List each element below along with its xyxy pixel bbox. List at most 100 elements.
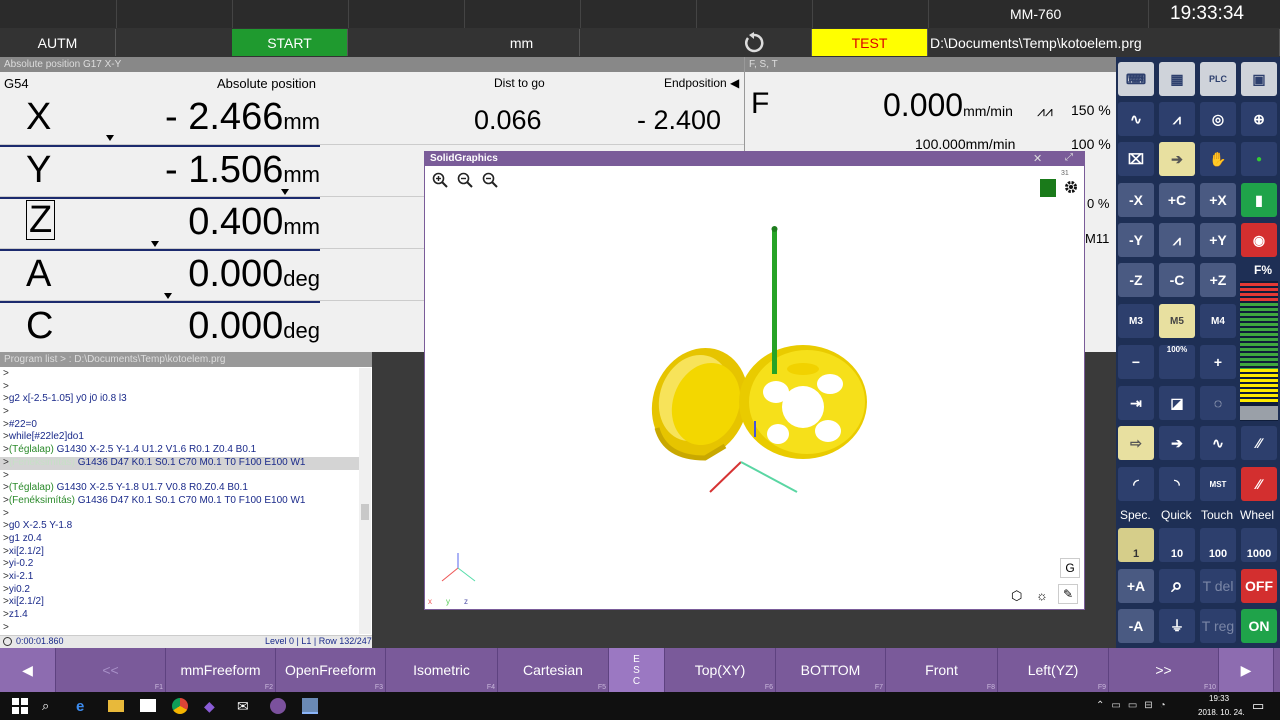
arrow-right-icon[interactable]: ➔ [1159,426,1195,460]
spindle-stop-button[interactable]: M5 [1159,304,1195,338]
program-line[interactable]: > [0,368,360,381]
wheel-icon[interactable]: ∕∕ [1241,467,1277,501]
cnc-app-icon[interactable] [302,698,318,714]
spindle-increase-icon[interactable]: + [1200,345,1236,379]
steering-icon[interactable]: ◎ [1200,102,1236,136]
grid-icon[interactable]: ▣ [1241,62,1277,96]
edge-icon[interactable]: e [76,698,92,715]
softkey-7[interactable]: Top(XY) F6 [665,648,776,692]
jog-minus-c[interactable]: -C [1159,263,1195,297]
softkey-8[interactable]: BOTTOM F7 [776,648,886,692]
jog-minus-x[interactable]: -X [1118,183,1154,217]
spindle-cw-button[interactable]: M3 [1118,304,1154,338]
waveform-icon[interactable]: ∿ [1118,102,1154,136]
program-scrollbar[interactable] [359,368,371,634]
search-icon[interactable]: ⌕ [1159,569,1195,603]
cycle-stop-icon[interactable]: ◉ [1241,223,1277,257]
softkey-6[interactable]: ESC [609,648,665,692]
jog-plus-a[interactable]: +A [1118,569,1154,603]
program-line[interactable]: > [0,622,360,635]
close-icon[interactable]: ✕ [1033,152,1042,165]
eraser-icon[interactable]: ✎ [1058,584,1078,604]
view-cube-icon[interactable]: ⬡ [1011,588,1022,604]
spindle-100-button[interactable]: 100% [1159,345,1195,379]
softkey-2[interactable]: mmFreeform F2 [166,648,276,692]
program-line[interactable]: > [0,508,360,521]
calculator-icon[interactable]: ▦ [1159,62,1195,96]
mail-icon[interactable]: ✉ [237,698,253,714]
hatch-icon[interactable]: ∕∕ [1241,426,1277,460]
keyboard-icon[interactable]: ⌨ [1118,62,1154,96]
spec-icon[interactable]: ◜ [1118,467,1154,501]
tray-icons[interactable]: ⌃▭▭⊟◔ [1096,700,1173,711]
step-forward-icon[interactable]: ➔ [1159,142,1195,176]
cycle-start-icon[interactable]: ▮ [1241,183,1277,217]
program-line[interactable]: >(Téglalap) G1430 X-2.5 Y-1.4 U1.2 V1.6 … [0,444,360,457]
block-skip-icon[interactable]: ◪ [1159,386,1195,420]
plc-icon[interactable]: PLC [1200,62,1236,96]
3d-viewport[interactable]: x y z [425,166,1084,610]
softkey-3[interactable]: OpenFreeform F3 [276,648,386,692]
softkey-5[interactable]: Cartesian F5 [498,648,609,692]
on-button[interactable]: ON [1241,609,1277,643]
softkey-12[interactable]: ▶ [1219,648,1274,692]
skip-icon[interactable]: ⇥ [1118,386,1154,420]
file-explorer-icon[interactable] [108,700,124,712]
tool-change-icon[interactable]: ⌧ [1118,142,1154,176]
jog-plus-y[interactable]: +Y [1200,223,1236,257]
spindle-decrease-icon[interactable]: − [1118,345,1154,379]
program-line[interactable]: >xi[2.1/2] [0,546,360,559]
hand-icon[interactable]: ✋ [1200,142,1236,176]
program-line[interactable]: >(Téglalap) G1430 X-2.5 Y-1.8 U1.7 V0.8 … [0,482,360,495]
light-icon[interactable]: ☼ [1036,588,1048,603]
program-line[interactable]: >(Fenéksimítás) G1436 D47 K0.1 S0.1 C70 … [0,495,360,508]
spindle-ccw-button[interactable]: M4 [1200,304,1236,338]
program-line[interactable]: >xi-2.1 [0,571,360,584]
quick-icon[interactable]: ◝ [1159,467,1195,501]
notification-icon[interactable]: ▭ [1252,698,1268,714]
off-button[interactable]: OFF [1241,569,1277,603]
program-line[interactable]: >(Fenéksimítás) G1436 D47 K0.1 S0.1 C70 … [0,456,360,470]
softkey-9[interactable]: Front F8 [886,648,998,692]
tool-register-button[interactable]: T reg [1200,609,1236,643]
step-10-button[interactable]: 10 [1159,528,1195,562]
start-button[interactable]: START [232,29,348,56]
tool-measure-icon[interactable]: ⏚ [1159,609,1195,643]
program-line[interactable]: >z1.4 [0,609,360,622]
search-icon[interactable]: ⌕ [42,698,58,714]
tool-delete-button[interactable]: T del [1200,569,1236,603]
test-button[interactable]: TEST [812,29,928,56]
mode-button[interactable]: AUTM [0,29,116,56]
program-line[interactable]: >yi0.2 [0,584,360,597]
program-line[interactable]: > [0,470,360,483]
chrome-icon[interactable] [172,698,188,714]
program-line[interactable]: > [0,381,360,394]
step-100-button[interactable]: 100 [1200,528,1236,562]
jog-plus-z[interactable]: +Z [1200,263,1236,297]
jog-plus-x[interactable]: +X [1200,183,1236,217]
softkey-4[interactable]: Isometric F4 [386,648,498,692]
windows-start-icon[interactable] [12,698,28,714]
g-button[interactable]: G [1060,558,1080,578]
jog-minus-y[interactable]: -Y [1118,223,1154,257]
program-line[interactable]: > [0,406,360,419]
viber-icon[interactable] [270,698,286,714]
crosshair-icon[interactable]: ⊕ [1241,102,1277,136]
visual-studio-icon[interactable]: ◆ [204,698,220,714]
program-line[interactable]: >xi[2.1/2] [0,596,360,609]
touch-icon[interactable]: MST [1200,467,1236,501]
jog-rapid-icon[interactable]: ⩘ [1159,223,1195,257]
softkey-10[interactable]: Left(YZ) F9 [998,648,1109,692]
program-line[interactable]: >g0 X-2.5 Y-1.8 [0,520,360,533]
jog-minus-a[interactable]: -A [1118,609,1154,643]
reset-icon[interactable] [696,29,812,56]
program-line[interactable]: >yi-0.2 [0,558,360,571]
program-lines[interactable]: > > >g2 x[-2.5-1.05] y0 j0 i0.8 l3 > >#22=0 >… [0,368,360,636]
softkey-0[interactable]: ◀ [0,648,56,692]
step-1000-button[interactable]: 1000 [1241,528,1277,562]
jog-plus-c[interactable]: +C [1159,183,1195,217]
program-line[interactable]: >while[#22le2]do1 [0,431,360,444]
maximize-icon[interactable]: ⤢ [1065,152,1073,163]
softkey-11[interactable]: >> F10 [1109,648,1219,692]
waveform-3-icon[interactable]: ∿ [1200,426,1236,460]
